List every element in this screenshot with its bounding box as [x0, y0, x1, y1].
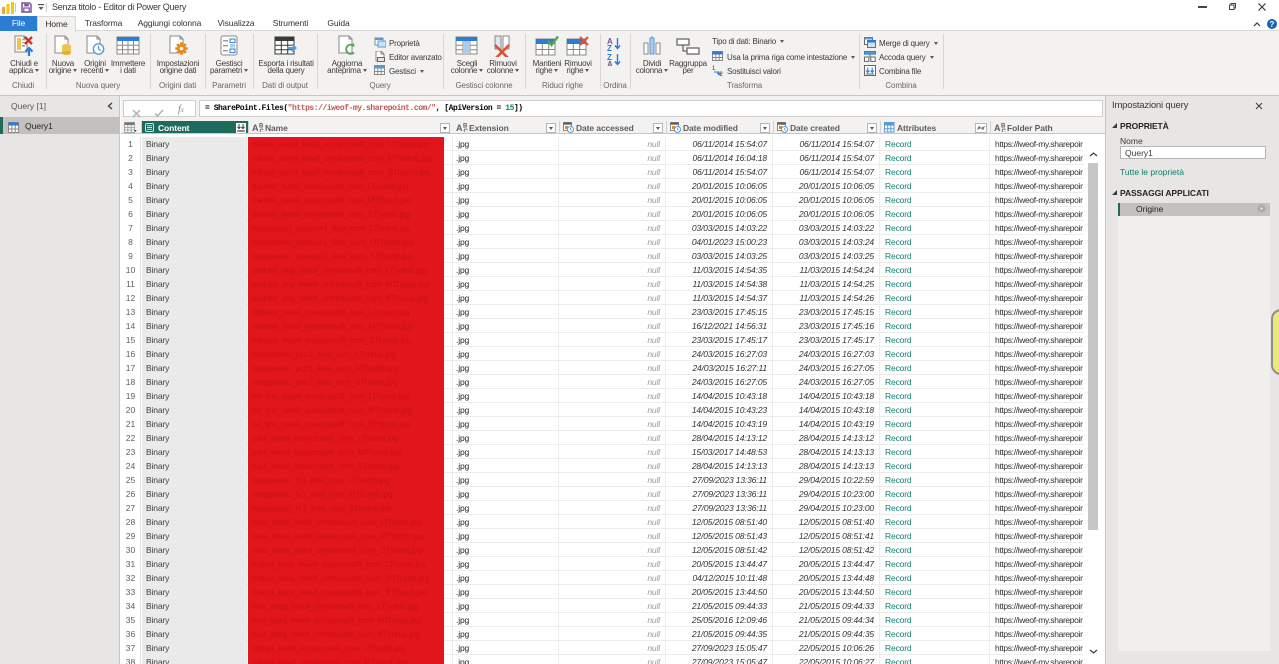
svg-text:Z: Z — [607, 44, 612, 53]
svg-text:C: C — [1002, 129, 1007, 132]
svg-text:A: A — [994, 123, 1001, 132]
svg-text:C: C — [464, 129, 469, 132]
svg-text:A: A — [607, 60, 613, 66]
svg-text:A: A — [252, 123, 259, 132]
svg-text:2: 2 — [720, 72, 724, 76]
svg-text:?: ? — [1270, 20, 1275, 29]
svg-text:C: C — [260, 129, 265, 132]
svg-text:A: A — [456, 123, 463, 132]
svg-text:1: 1 — [712, 66, 716, 72]
